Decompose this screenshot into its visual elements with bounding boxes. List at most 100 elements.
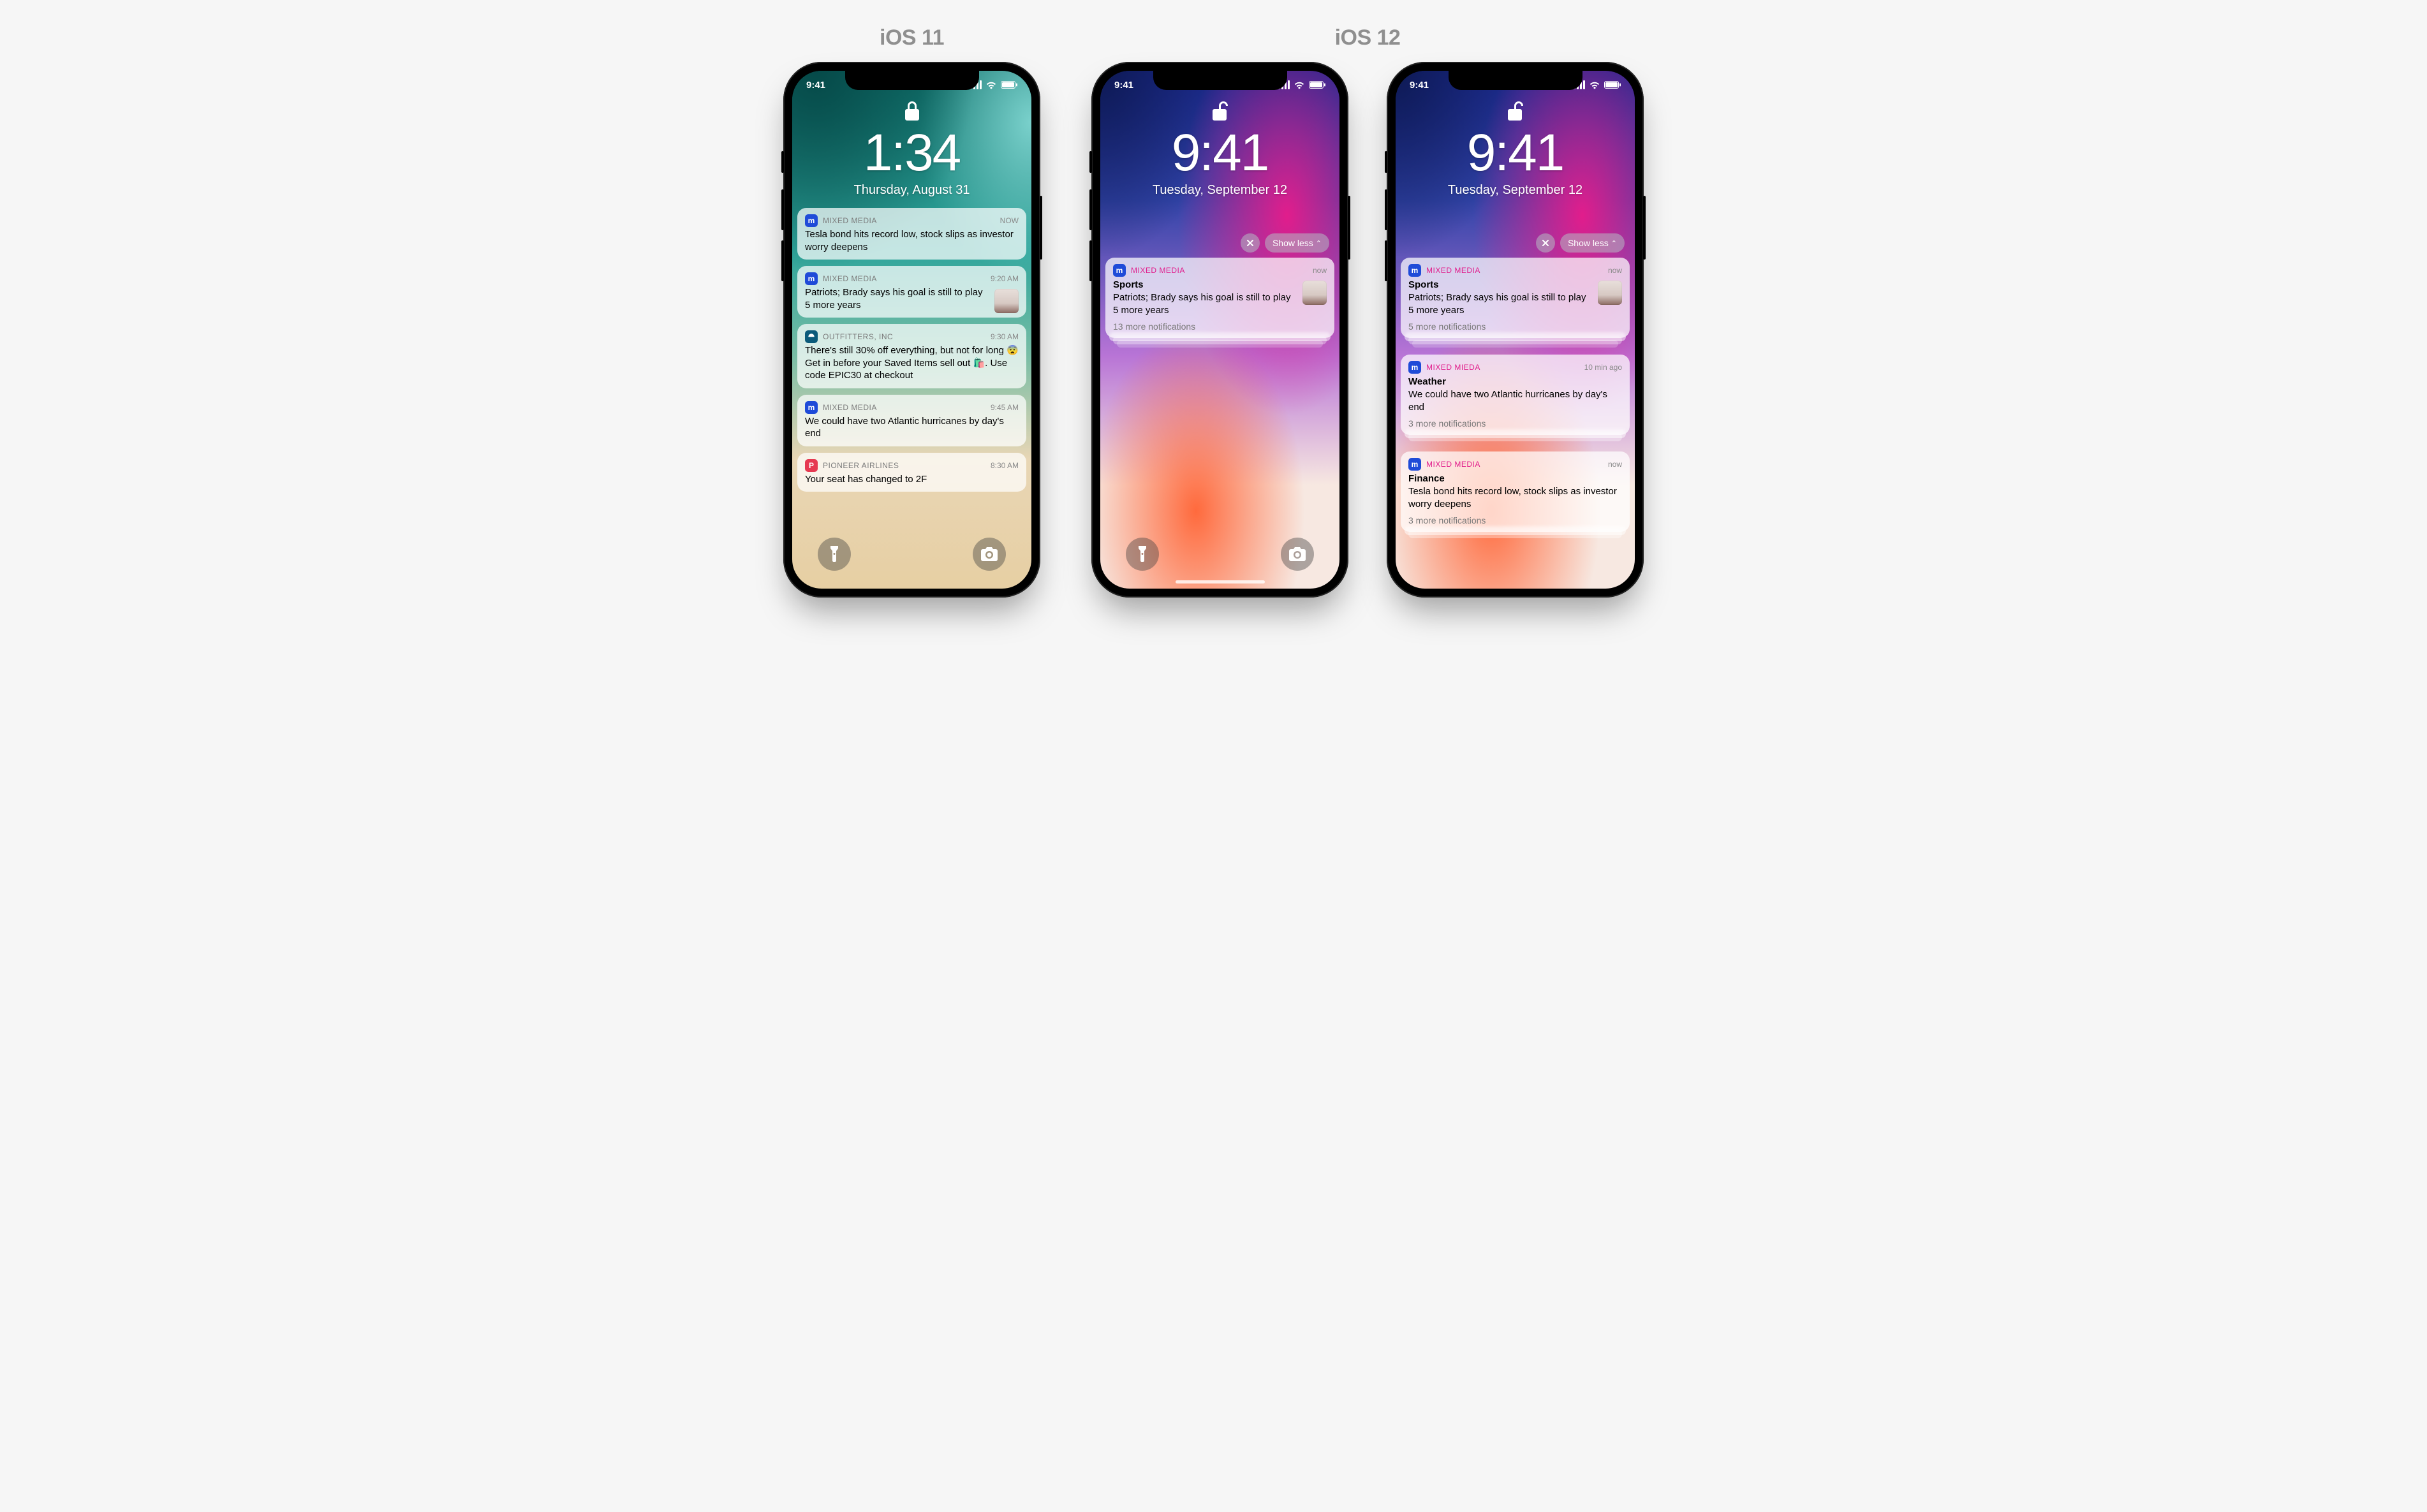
app-icon: P [805,459,818,472]
battery-icon [1309,81,1325,89]
notification-body: We could have two Atlantic hurricanes by… [1408,388,1622,413]
app-name: MIXED MEDIA [1426,460,1480,469]
notification-list[interactable]: Show less ⌃ m MIXED MEDIA now Sports Pat… [1100,198,1339,589]
screen-ios12-a: 9:41 9:41 Tuesday, September 12 [1100,71,1339,589]
app-icon: m [1408,458,1421,471]
notification[interactable]: m MIXED MEDIA now Sports Patriots; Brady… [1401,258,1630,338]
dismiss-group-button[interactable] [1241,233,1260,253]
volume-up-button[interactable] [781,189,784,230]
column-ios12: iOS 12 9:41 [1091,26,1644,598]
wifi-icon [1589,80,1600,89]
lock-clock: 1:34 [792,127,1031,179]
more-notifications-label: 13 more notifications [1113,321,1327,332]
volume-up-button[interactable] [1089,189,1092,230]
unlocked-icon [1396,101,1635,121]
show-less-label: Show less [1273,238,1313,248]
lock-date: Thursday, August 31 [792,183,1031,198]
camera-button[interactable] [1281,538,1314,571]
app-name: PIONEER AIRLINES [823,461,899,470]
unlocked-icon [1100,101,1339,121]
timestamp: 9:30 AM [991,332,1019,341]
comparison-stage: iOS 11 9:41 [0,0,2427,649]
timestamp: now [1608,266,1622,275]
notification[interactable]: ⯊ OUTFITTERS, INC 9:30 AM There's still … [797,324,1026,388]
notification[interactable]: m MIXED MEDIA NOW Tesla bond hits record… [797,208,1026,260]
notification-group[interactable]: m MIXED MIEDA 10 min ago Weather We coul… [1401,355,1630,435]
notification-body: Patriots; Brady says his goal is still t… [1113,291,1327,316]
timestamp: now [1608,460,1622,469]
notification-group[interactable]: m MIXED MEDIA now Sports Patriots; Brady… [1401,258,1630,338]
notification[interactable]: m MIXED MEDIA now Sports Patriots; Brady… [1105,258,1334,338]
notification[interactable]: m MIXED MIEDA 10 min ago Weather We coul… [1401,355,1630,435]
notification-title: Sports [1408,279,1622,290]
notification-thumbnail [994,289,1019,313]
lock-area: 1:34 Thursday, August 31 [792,101,1031,198]
phone-ios11: 9:41 1:34 [783,62,1040,598]
volume-down-button[interactable] [1385,240,1387,281]
mute-switch[interactable] [781,151,784,173]
power-button[interactable] [1348,196,1350,260]
notch [1449,71,1582,90]
mute-switch[interactable] [1089,151,1092,173]
notification-body: Your seat has changed to 2F [805,473,1019,486]
chevron-up-icon: ⌃ [1316,239,1322,247]
show-less-button[interactable]: Show less ⌃ [1560,233,1625,253]
lock-date: Tuesday, September 12 [1100,183,1339,198]
battery-icon [1001,81,1017,89]
more-notifications-label: 3 more notifications [1408,418,1622,429]
app-name: MIXED MIEDA [1426,363,1480,372]
label-ios11: iOS 11 [880,26,944,50]
wifi-icon [985,80,997,89]
notification-body: We could have two Atlantic hurricanes by… [805,415,1019,440]
app-icon: m [805,272,818,285]
app-icon: m [1408,361,1421,374]
app-name: MIXED MEDIA [823,216,877,225]
notch [845,71,979,90]
phone-ios12-b: 9:41 9:41 Tuesday, September 12 [1387,62,1644,598]
app-icon: m [805,401,818,414]
timestamp: NOW [1000,216,1019,225]
notification-title: Finance [1408,473,1622,484]
volume-down-button[interactable] [1089,240,1092,281]
flashlight-button[interactable] [1126,538,1159,571]
notification-group[interactable]: m MIXED MEDIA now Finance Tesla bond hit… [1401,451,1630,532]
notification-thumbnail [1302,281,1327,305]
show-less-button[interactable]: Show less ⌃ [1265,233,1329,253]
timestamp: 10 min ago [1584,363,1622,372]
more-notifications-label: 3 more notifications [1408,515,1622,525]
notification[interactable]: m MIXED MEDIA 9:20 AM Patriots; Brady sa… [797,266,1026,318]
notification[interactable]: m MIXED MEDIA now Finance Tesla bond hit… [1401,451,1630,532]
app-name: MIXED MEDIA [823,403,877,412]
power-button[interactable] [1040,196,1042,260]
group-controls: Show less ⌃ [1401,233,1630,253]
power-button[interactable] [1643,196,1646,260]
home-indicator[interactable] [1176,580,1265,584]
lock-area: 9:41 Tuesday, September 12 [1396,101,1635,198]
app-name: MIXED MEDIA [1426,266,1480,275]
volume-down-button[interactable] [781,240,784,281]
notification-list[interactable]: m MIXED MEDIA NOW Tesla bond hits record… [792,198,1031,589]
battery-icon [1604,81,1621,89]
app-icon: ⯊ [805,330,818,343]
mute-switch[interactable] [1385,151,1387,173]
app-icon: m [1113,264,1126,277]
app-name: MIXED MEDIA [823,274,877,283]
show-less-label: Show less [1568,238,1609,248]
dismiss-group-button[interactable] [1536,233,1555,253]
notification-body: Tesla bond hits record low, stock slips … [805,228,1019,253]
lock-clock: 9:41 [1100,127,1339,179]
notification-title: Sports [1113,279,1327,290]
notification-body: There's still 30% off everything, but no… [805,344,1019,382]
timestamp: 9:20 AM [991,274,1019,283]
notification-list[interactable]: Show less ⌃ m MIXED MEDIA now Sports Pat… [1396,198,1635,589]
flashlight-button[interactable] [818,538,851,571]
timestamp: now [1313,266,1327,275]
volume-up-button[interactable] [1385,189,1387,230]
camera-button[interactable] [973,538,1006,571]
app-name: OUTFITTERS, INC [823,332,893,341]
lock-clock: 9:41 [1396,127,1635,179]
notification[interactable]: m MIXED MEDIA 9:45 AM We could have two … [797,395,1026,446]
notification-group[interactable]: m MIXED MEDIA now Sports Patriots; Brady… [1105,258,1334,338]
notification[interactable]: P PIONEER AIRLINES 8:30 AM Your seat has… [797,453,1026,492]
locked-icon [792,101,1031,121]
